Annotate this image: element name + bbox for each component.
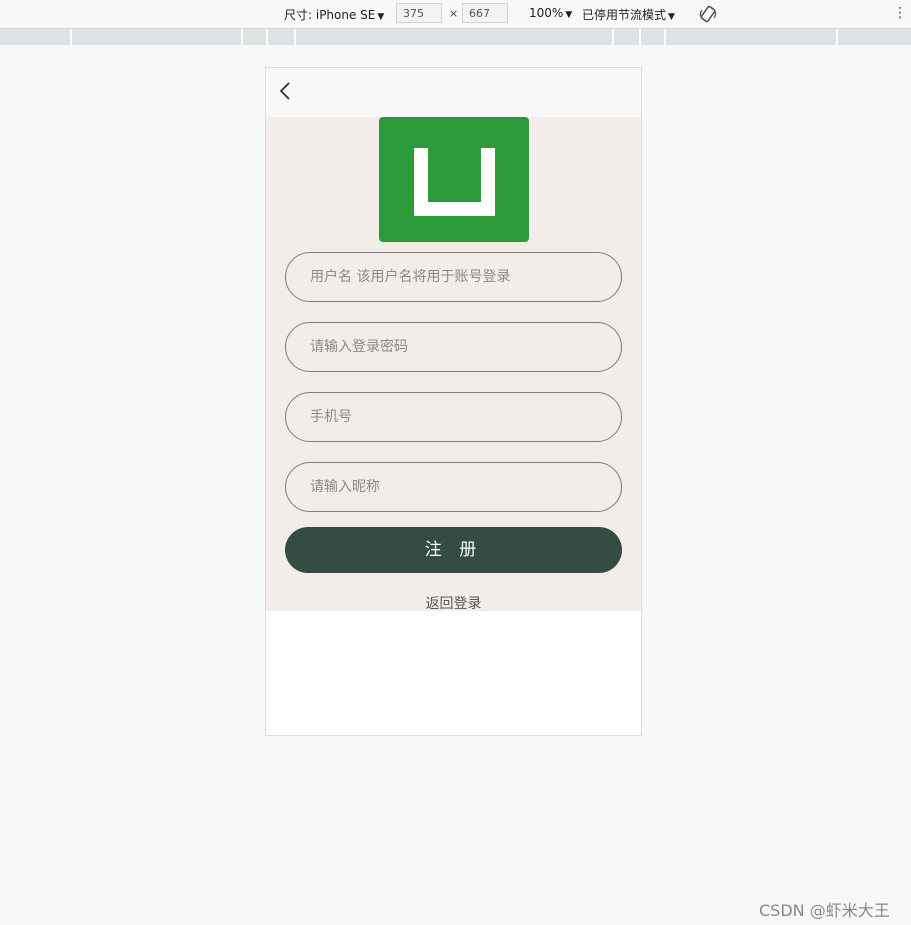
rotate-icon[interactable] [699,5,717,23]
watermark: CSDN @虾米大王 [759,901,890,920]
device-label: 尺寸: iPhone SE [284,8,376,22]
ruler-tick [266,29,268,45]
ruler-tick [70,29,72,45]
devtools-toolbar: 尺寸: iPhone SE ▼ 375 × 667 100% ▼ 已停用节流模式 ▼ … [0,0,911,29]
chevron-down-icon: ▼ [565,10,573,20]
ruler-tick [294,29,296,45]
zoom-label: 100% [529,6,564,20]
app-logo [379,117,529,242]
chevron-down-icon: ▼ [668,12,675,22]
throttle-label: 已停用节流模式 [582,8,667,22]
chevron-down-icon: ▼ [377,12,385,22]
back-arrow-icon[interactable] [278,80,292,102]
zoom-select[interactable]: 100% ▼ [529,6,572,20]
nickname-input[interactable] [285,462,622,512]
username-input[interactable] [285,252,622,302]
ruler-tick [241,29,243,45]
register-form: 注 册 返回登录 [266,117,641,613]
height-input[interactable]: 667 [462,3,508,23]
media-query-ruler[interactable] [0,29,911,45]
ruler-tick [664,29,666,45]
nav-bar [266,68,641,117]
register-button[interactable]: 注 册 [285,527,622,573]
ruler-tick [836,29,838,45]
back-to-login-link[interactable]: 返回登录 [266,593,641,613]
logo-mark-icon [414,148,495,216]
dimension-separator: × [449,7,459,20]
device-select[interactable]: 尺寸: iPhone SE ▼ [284,6,384,23]
ruler-tick [612,29,614,45]
width-input[interactable]: 375 [396,3,442,23]
phone-input[interactable] [285,392,622,442]
device-viewport: 注 册 返回登录 [265,67,642,736]
more-options-icon[interactable]: ⋮ [893,6,907,20]
ruler-tick [639,29,641,45]
throttle-select[interactable]: 已停用节流模式 ▼ [582,6,675,23]
password-input[interactable] [285,322,622,372]
